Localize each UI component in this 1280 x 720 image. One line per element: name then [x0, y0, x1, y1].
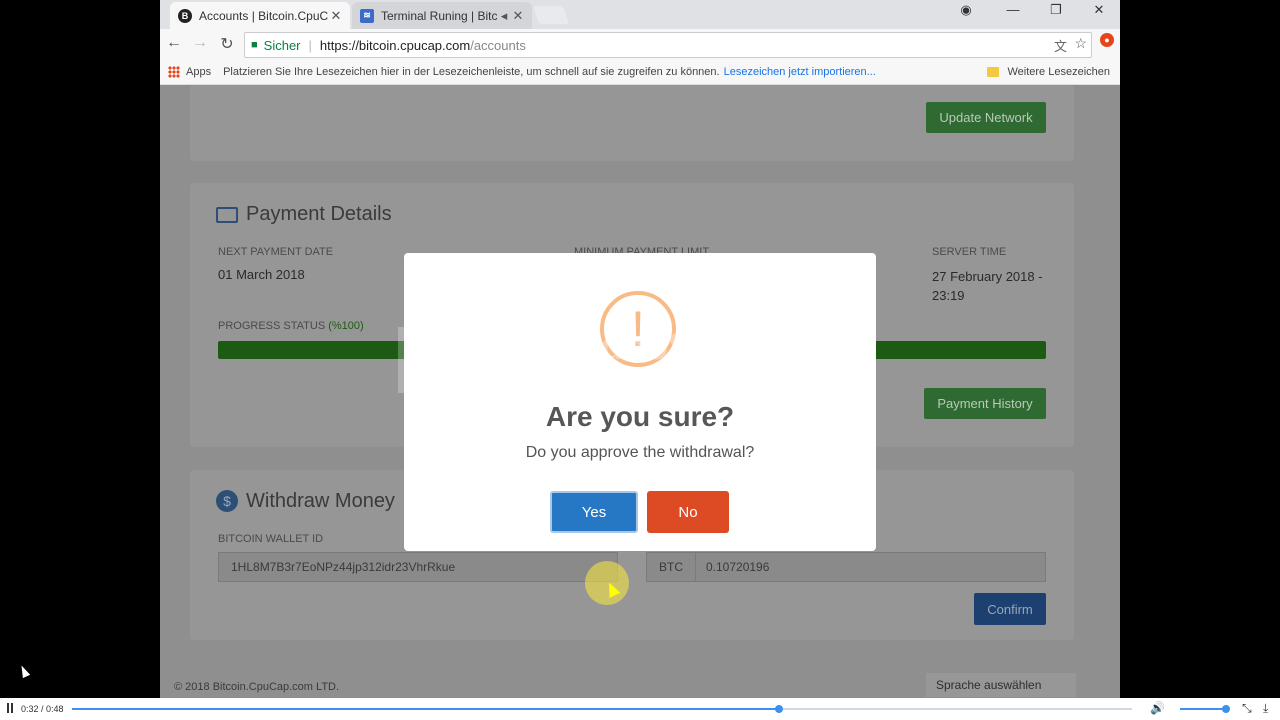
extension-icon[interactable]: ● [1100, 33, 1114, 47]
close-tab-icon[interactable]: ✕ [510, 8, 526, 24]
volume-slider[interactable] [1180, 705, 1230, 713]
forward-icon[interactable]: → [190, 34, 210, 52]
back-icon[interactable]: ← [164, 34, 184, 52]
no-button[interactable]: No [647, 491, 729, 533]
payment-history-button[interactable]: Payment History [924, 388, 1046, 419]
confirm-dialog: ! Are you sure? Do you approve the withd… [404, 253, 876, 551]
url-host: https://bitcoin.cpucap.com [319, 37, 471, 53]
close-tab-icon[interactable]: ✕ [328, 8, 344, 24]
new-tab-button[interactable] [532, 6, 570, 24]
seek-handle[interactable] [775, 705, 784, 713]
wallet-label: BITCOIN WALLET ID [218, 533, 324, 545]
volume-icon[interactable]: 🔊 [1150, 701, 1165, 715]
secure-label: Sicher [263, 37, 301, 53]
audio-icon[interactable]: ◂ [498, 8, 510, 24]
reload-icon[interactable]: ↻ [217, 34, 237, 54]
dollar-icon: $ [216, 490, 238, 512]
tab-bar: B Accounts | Bitcoin.CpuCa ✕ ≋ Terminal … [160, 0, 1120, 29]
bitcoin-favicon-icon: B [178, 8, 192, 23]
translate-icon[interactable]: 文 [1054, 36, 1067, 55]
lock-icon: ■ [251, 39, 258, 51]
wallet-id-input[interactable]: 1HL8M7B3r7EoNPz44jp312idr23VhrRkue [218, 552, 618, 582]
star-icon[interactable]: ☆ [1074, 35, 1087, 52]
pause-icon[interactable] [7, 703, 13, 713]
network-card: Update Network [190, 85, 1074, 161]
tab-terminal[interactable]: ≋ Terminal Runing | Bitc ◂ ✕ [352, 2, 532, 29]
payment-details-title: Payment Details [246, 203, 392, 225]
tab-title: Accounts | Bitcoin.CpuCa [199, 8, 328, 23]
yes-button[interactable]: Yes [550, 491, 638, 533]
download-icon[interactable]: ⤓ [1263, 701, 1268, 716]
bookmarks-hint: Platzieren Sie Ihre Lesezeichen hier in … [223, 65, 720, 78]
watermark-logo [398, 327, 462, 393]
profile-icon[interactable]: ◉ [952, 2, 980, 18]
dialog-text: Do you approve the withdrawal? [525, 444, 755, 461]
watermark-text: DVDVideoSoft.com [485, 326, 831, 368]
footer-copyright: © 2018 Bitcoin.CpuCap.com LTD. [174, 681, 340, 693]
next-payment-label: NEXT PAYMENT DATE [218, 246, 334, 258]
url-path: /accounts [470, 37, 526, 53]
language-select[interactable]: Sprache auswählen [926, 673, 1076, 697]
tab-accounts[interactable]: B Accounts | Bitcoin.CpuCa ✕ [170, 2, 350, 29]
progress-label: PROGRESS STATUS (%100) [218, 320, 364, 332]
address-toolbar: ← → ↻ ■ Sicher | https://bitcoin.cpucap.… [160, 29, 1120, 59]
tab-title: Terminal Runing | Bitc [381, 8, 498, 23]
fullscreen-exit-icon[interactable]: ⤡ [1242, 701, 1252, 716]
pointer-icon [17, 663, 31, 679]
close-window-icon[interactable]: ✕ [1085, 2, 1113, 18]
bookmarks-bar: Apps Platzieren Sie Ihre Lesezeichen hie… [160, 59, 1120, 85]
server-time-value: 27 February 2018 - 23:19 [932, 269, 1043, 303]
dialog-title: Are you sure? [545, 401, 735, 432]
update-network-button[interactable]: Update Network [926, 102, 1046, 133]
volume-handle[interactable] [1222, 705, 1230, 713]
btc-prefix: BTC [647, 553, 696, 581]
url-separator: | [308, 37, 312, 53]
credit-card-icon [216, 207, 238, 223]
confirm-button[interactable]: Confirm [974, 593, 1046, 625]
apps-grid-icon[interactable] [168, 65, 180, 78]
server-time-label: SERVER TIME [932, 246, 1007, 258]
withdraw-title: Withdraw Money [246, 490, 395, 512]
import-bookmarks-link[interactable]: Lesezeichen jetzt importieren... [724, 66, 876, 78]
browser-window: B Accounts | Bitcoin.CpuCa ✕ ≋ Terminal … [160, 0, 1120, 698]
minimize-icon[interactable]: — [999, 2, 1027, 17]
terminal-favicon-icon: ≋ [360, 8, 374, 23]
apps-link[interactable]: Apps [186, 66, 211, 78]
btc-amount-input[interactable]: BTC 0.10720196 [646, 552, 1046, 582]
restore-icon[interactable]: ❐ [1042, 2, 1070, 18]
playback-time: 0:32 / 0:48 [21, 704, 64, 714]
video-player-bar: 0:32 / 0:48 🔊 ⤡ ⤓ [0, 698, 1280, 720]
seek-progress [72, 708, 780, 710]
address-bar[interactable]: ■ Sicher | https://bitcoin.cpucap.com/ac… [244, 32, 1092, 58]
more-bookmarks[interactable]: Weitere Lesezeichen [1007, 66, 1110, 78]
next-payment-value: 01 March 2018 [218, 267, 305, 282]
seek-bar[interactable] [72, 705, 1132, 713]
watermark-subtext: Free Version [485, 374, 588, 394]
btc-value: 0.10720196 [706, 560, 770, 574]
folder-icon [987, 66, 1000, 77]
